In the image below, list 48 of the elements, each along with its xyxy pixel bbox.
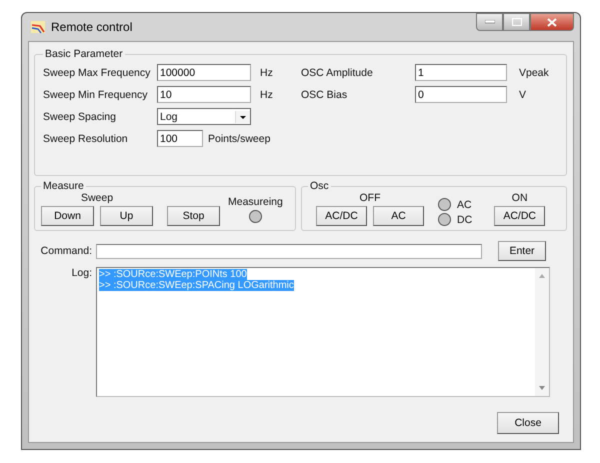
minimize-icon — [484, 20, 494, 24]
input-field[interactable]: 100000 — [157, 64, 251, 81]
scrollbar[interactable] — [535, 268, 549, 396]
input-field[interactable]: 100 — [157, 130, 203, 147]
scroll-down-icon — [538, 385, 546, 391]
maximize-button[interactable] — [503, 13, 530, 31]
enter-button[interactable]: Enter — [498, 241, 546, 261]
minimize-button[interactable] — [476, 13, 503, 31]
down-button[interactable]: Down — [41, 206, 94, 226]
input-field[interactable]: 1 — [415, 64, 507, 81]
unit-label: V — [518, 88, 528, 100]
ac-dc-button[interactable]: AC/DC — [494, 206, 546, 226]
log-label: Log: — [70, 267, 93, 279]
group-title: Basic Parameter — [44, 48, 124, 60]
close-icon — [547, 18, 557, 26]
unit-label: Hz — [259, 88, 274, 100]
input-field[interactable]: 10 — [157, 86, 251, 103]
close-window-button[interactable] — [530, 13, 574, 31]
scroll-up-icon — [538, 273, 546, 279]
unit-label: Vpeak — [518, 66, 549, 78]
group-title: Osc — [309, 180, 330, 192]
command-label: Command: — [40, 245, 93, 257]
field-label: OSC Amplitude — [301, 66, 374, 78]
up-button[interactable]: Up — [100, 206, 153, 226]
field-label: Sweep Spacing — [43, 110, 117, 122]
field-label: Sweep Min Frequency — [43, 88, 148, 100]
stop-button[interactable]: Stop — [167, 206, 220, 226]
field-label: Sweep Max Frequency — [43, 66, 152, 78]
ac-button[interactable]: AC — [373, 206, 424, 226]
group-title: Measure — [42, 180, 85, 192]
close-button[interactable]: Close — [497, 412, 559, 434]
window-title: Remote control — [51, 20, 132, 34]
unit-label: Hz — [259, 66, 274, 78]
sweep-label: Sweep — [80, 192, 114, 204]
indicator-label: AC — [457, 198, 472, 210]
app-icon — [30, 19, 46, 35]
field-label: OSC Bias — [301, 88, 348, 100]
on-label: ON — [512, 192, 528, 204]
dropdown[interactable]: Log — [157, 108, 251, 125]
field-label: Sweep Resolution — [43, 132, 129, 144]
command-field[interactable] — [96, 244, 482, 258]
input-field[interactable]: 0 — [415, 86, 507, 103]
indicator-label: DC — [457, 214, 472, 226]
unit-label: Points/sweep — [207, 132, 270, 144]
off-label: OFF — [360, 192, 380, 204]
ac-dc-button[interactable]: AC/DC — [316, 206, 367, 226]
maximize-icon — [512, 18, 522, 26]
measuring-label: Measureing — [228, 196, 283, 208]
